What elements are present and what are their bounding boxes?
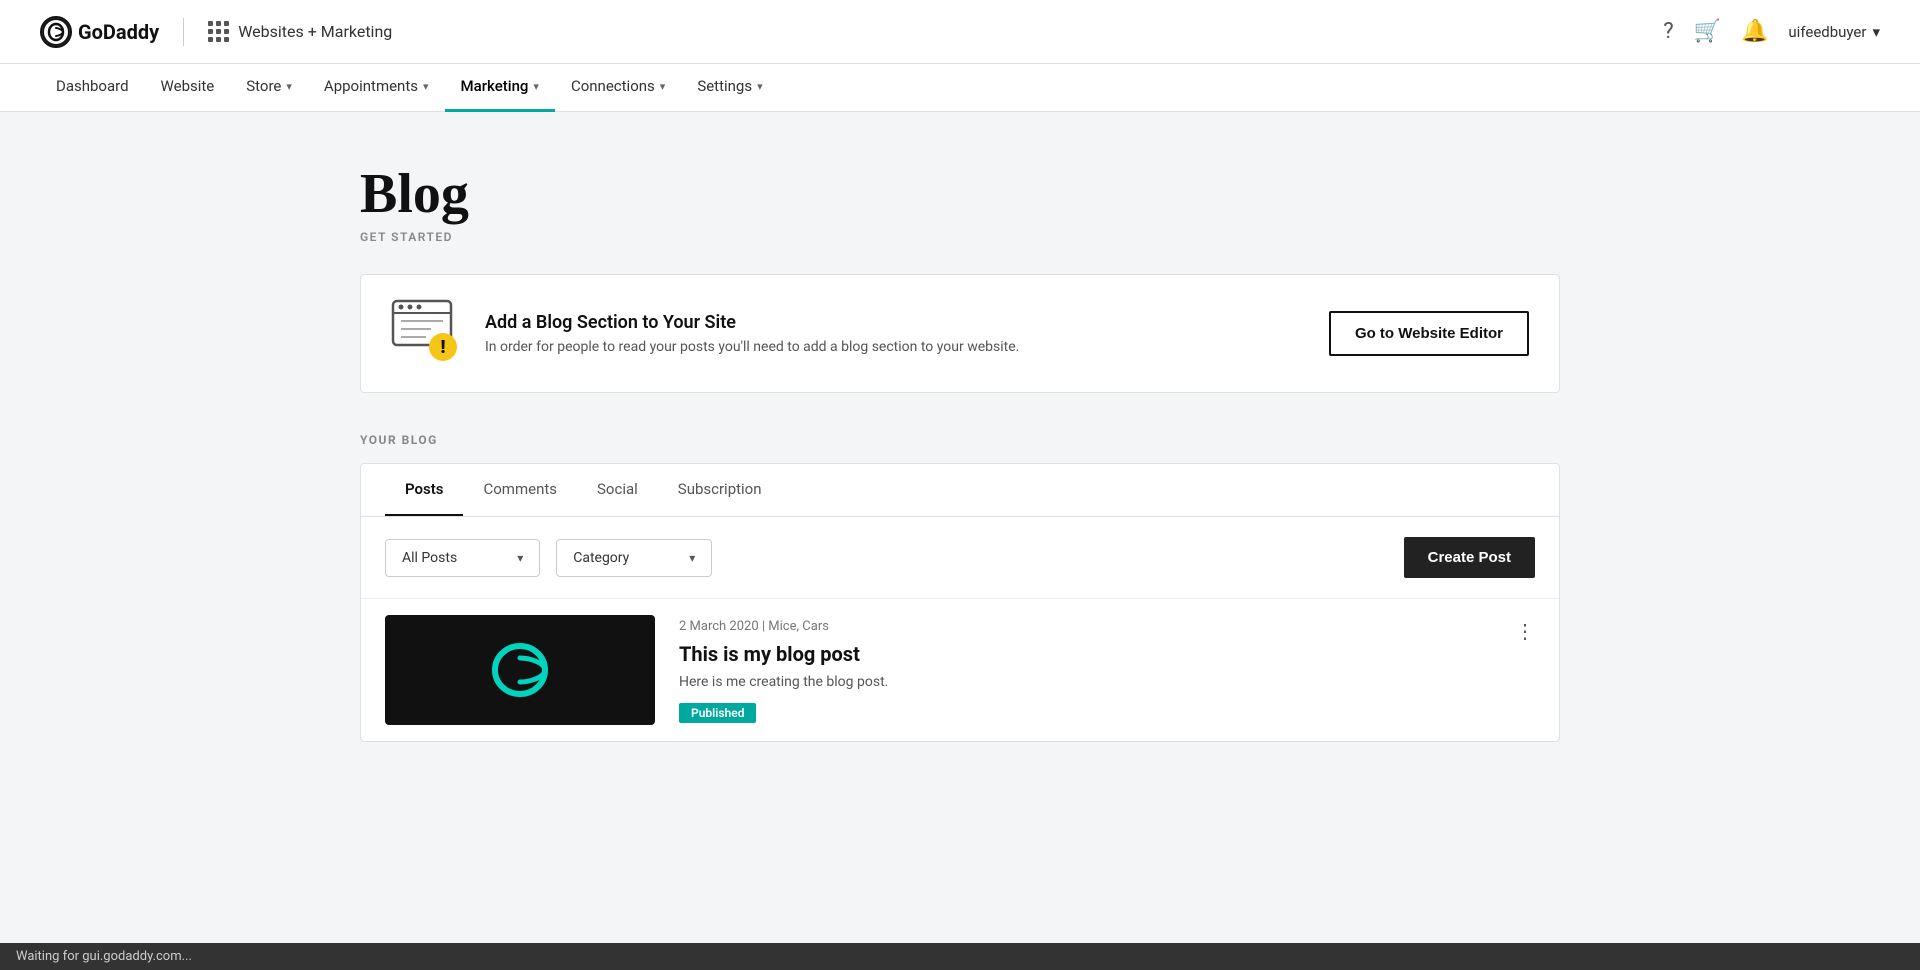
all-posts-filter[interactable]: All Posts ▾ [385, 539, 540, 577]
nav-item-settings[interactable]: Settings ▾ [681, 64, 778, 112]
chevron-down-icon: ▾ [660, 80, 666, 93]
nav-item-connections[interactable]: Connections ▾ [555, 64, 681, 112]
create-post-button[interactable]: Create Post [1404, 537, 1535, 578]
post-title: This is my blog post [679, 642, 1535, 666]
blog-tabs: Posts Comments Social Subscription [361, 464, 1559, 517]
grid-icon [208, 21, 230, 43]
user-chevron: ▾ [1872, 23, 1880, 41]
post-thumbnail [385, 615, 655, 725]
blog-post-item: 2 March 2020 | Mice, Cars This is my blo… [361, 598, 1559, 741]
user-menu[interactable]: uifeedbuyer ▾ [1788, 23, 1880, 41]
status-text: Waiting for gui.godaddy.com... [16, 949, 192, 964]
category-filter[interactable]: Category ▾ [556, 539, 712, 577]
header-right: ? 🛒 🔔 uifeedbuyer ▾ [1663, 19, 1880, 44]
nav-item-website[interactable]: Website [145, 64, 231, 112]
blog-icon-wrap: ! [391, 299, 461, 368]
godaddy-logo[interactable]: GoDaddy [40, 16, 159, 48]
get-started-label: GET STARTED [360, 230, 1560, 244]
brand-name: GoDaddy [78, 20, 159, 44]
help-icon[interactable]: ? [1663, 19, 1673, 44]
chevron-down-icon: ▾ [533, 80, 539, 93]
post-info: 2 March 2020 | Mice, Cars This is my blo… [679, 615, 1535, 723]
chevron-down-icon: ▾ [286, 80, 292, 93]
tab-social-label: Social [597, 480, 638, 498]
tab-posts-label: Posts [405, 480, 443, 498]
nav-label-connections: Connections [571, 77, 655, 95]
nav-label-store: Store [246, 77, 281, 95]
svg-text:!: ! [441, 337, 446, 358]
post-excerpt: Here is me creating the blog post. [679, 674, 1535, 690]
nav-label-appointments: Appointments [324, 77, 418, 95]
chevron-down-icon: ▾ [423, 80, 429, 93]
tab-subscription[interactable]: Subscription [658, 464, 782, 516]
post-categories: Mice, Cars [768, 619, 829, 634]
top-header: GoDaddy Websites + Marketing ? 🛒 🔔 uifee… [0, 0, 1920, 64]
username: uifeedbuyer [1788, 23, 1866, 41]
go-to-website-editor-button[interactable]: Go to Website Editor [1329, 311, 1529, 356]
nav-label-settings: Settings [697, 77, 752, 95]
category-label: Category [573, 550, 629, 566]
cart-icon[interactable]: 🛒 [1694, 19, 1721, 44]
nav-item-marketing[interactable]: Marketing ▾ [445, 64, 555, 112]
logo-area: GoDaddy Websites + Marketing [40, 16, 392, 48]
alert-description: In order for people to read your posts y… [485, 339, 1305, 355]
post-status-badge: Published [679, 703, 756, 723]
blog-section-icon: ! [391, 299, 461, 364]
post-options-button[interactable]: ⋮ [1515, 619, 1535, 644]
nav-label-dashboard: Dashboard [56, 77, 129, 95]
nav-item-appointments[interactable]: Appointments ▾ [308, 64, 445, 112]
thumbnail-logo [475, 638, 565, 703]
app-name: Websites + Marketing [238, 22, 392, 41]
app-name-area: Websites + Marketing [208, 21, 392, 43]
alert-heading: Add a Blog Section to Your Site [485, 312, 1305, 333]
main-content: Blog GET STARTED ! [320, 112, 1600, 792]
tab-posts[interactable]: Posts [385, 464, 463, 516]
post-meta: 2 March 2020 | Mice, Cars [679, 619, 1535, 634]
header-divider [183, 18, 184, 46]
tab-subscription-label: Subscription [678, 480, 762, 498]
your-blog-label: YOUR BLOG [360, 433, 1560, 447]
filters-row: All Posts ▾ Category ▾ Create Post [361, 517, 1559, 598]
tab-social[interactable]: Social [577, 464, 658, 516]
chevron-down-icon: ▾ [689, 551, 695, 565]
nav-bar: Dashboard Website Store ▾ Appointments ▾… [0, 64, 1920, 112]
post-date: 2 March 2020 [679, 619, 759, 634]
tab-comments-label: Comments [483, 480, 557, 498]
chevron-down-icon: ▾ [517, 551, 523, 565]
bell-icon[interactable]: 🔔 [1741, 19, 1768, 44]
logo-circle [40, 16, 72, 48]
nav-item-dashboard[interactable]: Dashboard [40, 64, 145, 112]
tab-comments[interactable]: Comments [463, 464, 577, 516]
chevron-down-icon: ▾ [757, 80, 763, 93]
alert-text: Add a Blog Section to Your Site In order… [485, 312, 1305, 355]
blog-card: Posts Comments Social Subscription All P… [360, 463, 1560, 742]
nav-label-marketing: Marketing [461, 77, 529, 95]
alert-banner: ! Add a Blog Section to Your Site In ord… [360, 274, 1560, 393]
nav-label-website: Website [161, 77, 215, 95]
godaddy-logo-svg [42, 18, 70, 46]
status-bar: Waiting for gui.godaddy.com... [0, 943, 1920, 970]
all-posts-label: All Posts [402, 550, 457, 566]
nav-item-store[interactable]: Store ▾ [230, 64, 308, 112]
page-title: Blog [360, 162, 1560, 226]
